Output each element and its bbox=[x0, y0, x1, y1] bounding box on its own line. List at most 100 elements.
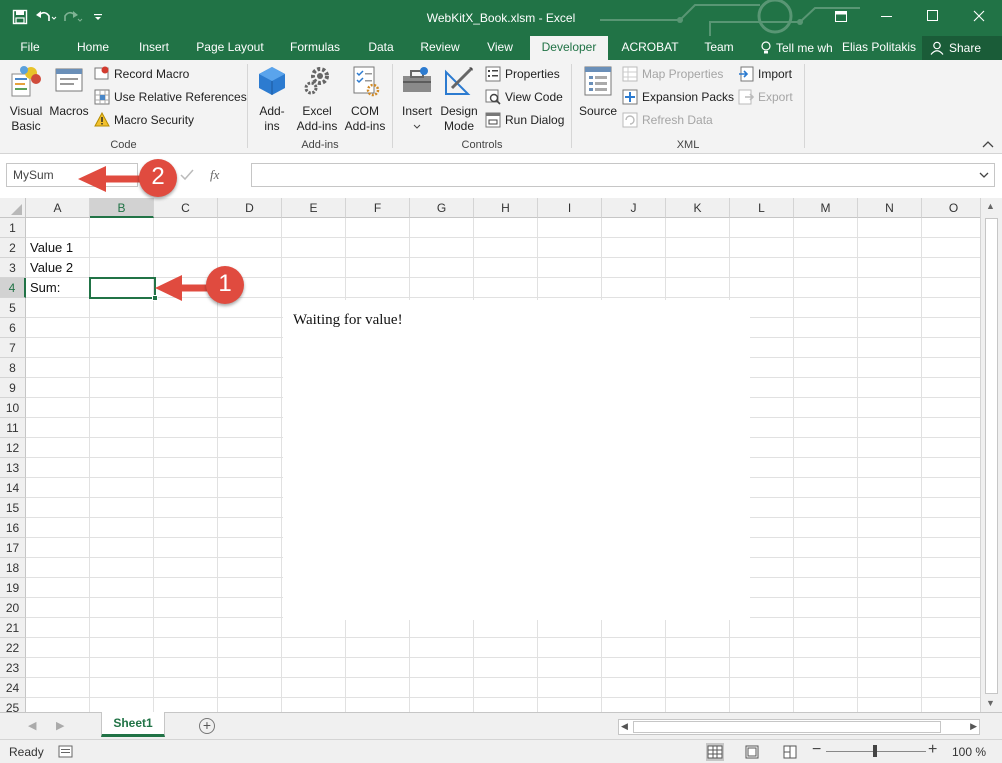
vertical-scrollbar[interactable]: ▲ ▼ bbox=[980, 198, 1002, 712]
column-header-n[interactable]: N bbox=[858, 198, 922, 218]
column-header-a[interactable]: A bbox=[26, 198, 90, 218]
tab-data[interactable]: Data bbox=[362, 36, 400, 60]
scroll-up-icon[interactable]: ▲ bbox=[986, 201, 995, 211]
horizontal-scroll-thumb[interactable] bbox=[633, 721, 941, 733]
row-header-18[interactable]: 18 bbox=[0, 558, 26, 578]
new-sheet-icon[interactable]: + bbox=[199, 718, 215, 734]
excel-addins-button[interactable]: Excel Add-ins bbox=[294, 64, 340, 134]
row-header-20[interactable]: 20 bbox=[0, 598, 26, 618]
name-box[interactable]: MySum bbox=[6, 163, 138, 187]
row-header-16[interactable]: 16 bbox=[0, 518, 26, 538]
tab-acrobat[interactable]: ACROBAT bbox=[617, 36, 683, 60]
column-header-i[interactable]: I bbox=[538, 198, 602, 218]
tab-review[interactable]: Review bbox=[414, 36, 466, 60]
horizontal-scrollbar[interactable]: ◀ ▶ bbox=[618, 719, 980, 735]
page-break-preview-icon[interactable] bbox=[782, 744, 798, 760]
tab-developer[interactable]: Developer bbox=[530, 36, 608, 60]
share-button[interactable]: Share bbox=[922, 36, 1002, 60]
page-layout-view-icon[interactable] bbox=[744, 744, 760, 760]
row-header-2[interactable]: 2 bbox=[0, 238, 26, 258]
addins-button[interactable]: Add- ins bbox=[254, 64, 290, 134]
row-header-25[interactable]: 25 bbox=[0, 698, 26, 712]
column-header-f[interactable]: F bbox=[346, 198, 410, 218]
row-header-6[interactable]: 6 bbox=[0, 318, 26, 338]
cell-a4[interactable]: Sum: bbox=[27, 278, 90, 298]
row-header-7[interactable]: 7 bbox=[0, 338, 26, 358]
column-header-h[interactable]: H bbox=[474, 198, 538, 218]
row-header-11[interactable]: 11 bbox=[0, 418, 26, 438]
column-header-c[interactable]: C bbox=[154, 198, 218, 218]
column-header-m[interactable]: M bbox=[794, 198, 858, 218]
row-header-23[interactable]: 23 bbox=[0, 658, 26, 678]
tab-team[interactable]: Team bbox=[698, 36, 740, 60]
row-header-21[interactable]: 21 bbox=[0, 618, 26, 638]
row-header-14[interactable]: 14 bbox=[0, 478, 26, 498]
use-relative-references-button[interactable]: Use Relative References bbox=[94, 87, 247, 107]
cell-a3[interactable]: Value 2 bbox=[27, 258, 90, 278]
column-header-o[interactable]: O bbox=[922, 198, 986, 218]
macro-security-button[interactable]: Macro Security bbox=[94, 110, 194, 130]
scroll-left-icon[interactable]: ◀ bbox=[621, 721, 628, 732]
scroll-right-icon[interactable]: ▶ bbox=[970, 721, 977, 732]
row-header-4[interactable]: 4 bbox=[0, 278, 26, 298]
column-header-k[interactable]: K bbox=[666, 198, 730, 218]
tab-page-layout[interactable]: Page Layout bbox=[190, 36, 270, 60]
minimize-icon[interactable] bbox=[864, 0, 910, 32]
import-button[interactable]: Import bbox=[738, 64, 792, 84]
row-header-10[interactable]: 10 bbox=[0, 398, 26, 418]
tab-formulas[interactable]: Formulas bbox=[284, 36, 346, 60]
column-header-l[interactable]: L bbox=[730, 198, 794, 218]
fill-handle[interactable] bbox=[152, 295, 158, 301]
row-header-1[interactable]: 1 bbox=[0, 218, 26, 238]
macros-button[interactable]: Macros bbox=[48, 64, 90, 119]
user-name[interactable]: Elias Politakis bbox=[842, 36, 916, 60]
previous-sheet-icon[interactable]: ◀ bbox=[28, 719, 36, 732]
column-header-g[interactable]: G bbox=[410, 198, 474, 218]
tab-file[interactable]: File bbox=[8, 36, 52, 60]
refresh-data-button[interactable]: Refresh Data bbox=[622, 110, 713, 130]
row-header-22[interactable]: 22 bbox=[0, 638, 26, 658]
tab-view[interactable]: View bbox=[480, 36, 520, 60]
row-header-5[interactable]: 5 bbox=[0, 298, 26, 318]
column-header-d[interactable]: D bbox=[218, 198, 282, 218]
sheet-tab-sheet1[interactable]: Sheet1 bbox=[101, 712, 165, 737]
normal-view-icon[interactable] bbox=[706, 743, 724, 761]
selected-cell-b4[interactable] bbox=[89, 277, 158, 301]
row-header-8[interactable]: 8 bbox=[0, 358, 26, 378]
maximize-icon[interactable] bbox=[910, 0, 956, 32]
properties-button[interactable]: Properties bbox=[485, 64, 560, 84]
zoom-in-icon[interactable]: + bbox=[928, 741, 937, 759]
design-mode-button[interactable]: Design Mode bbox=[437, 64, 481, 134]
macro-recording-icon[interactable] bbox=[58, 744, 74, 760]
view-code-button[interactable]: View Code bbox=[485, 87, 563, 107]
ribbon-display-options-icon[interactable] bbox=[818, 0, 864, 32]
scroll-down-icon[interactable]: ▼ bbox=[986, 698, 995, 708]
webkitx-browser-control[interactable]: Waiting for value! bbox=[283, 300, 750, 620]
column-header-b[interactable]: B bbox=[90, 198, 154, 218]
xml-source-button[interactable]: Source bbox=[578, 64, 618, 119]
row-header-13[interactable]: 13 bbox=[0, 458, 26, 478]
tell-me-box[interactable]: Tell me wh bbox=[760, 36, 833, 60]
row-header-9[interactable]: 9 bbox=[0, 378, 26, 398]
select-all-corner[interactable] bbox=[0, 198, 26, 218]
visual-basic-button[interactable]: Visual Basic bbox=[6, 64, 46, 134]
column-header-e[interactable]: E bbox=[282, 198, 346, 218]
record-macro-button[interactable]: Record Macro bbox=[94, 64, 189, 84]
row-header-17[interactable]: 17 bbox=[0, 538, 26, 558]
row-header-24[interactable]: 24 bbox=[0, 678, 26, 698]
cell-a2[interactable]: Value 1 bbox=[27, 238, 90, 258]
tab-insert[interactable]: Insert bbox=[132, 36, 176, 60]
run-dialog-button[interactable]: Run Dialog bbox=[485, 110, 564, 130]
row-header-19[interactable]: 19 bbox=[0, 578, 26, 598]
map-properties-button[interactable]: Map Properties bbox=[622, 64, 723, 84]
zoom-slider-thumb[interactable] bbox=[873, 745, 877, 757]
confirm-entry-icon[interactable] bbox=[180, 169, 194, 181]
column-header-j[interactable]: J bbox=[602, 198, 666, 218]
zoom-out-icon[interactable]: − bbox=[812, 741, 821, 759]
next-sheet-icon[interactable]: ▶ bbox=[56, 719, 64, 732]
zoom-level[interactable]: 100 % bbox=[952, 745, 986, 759]
insert-control-button[interactable]: Insert bbox=[399, 64, 435, 134]
row-header-3[interactable]: 3 bbox=[0, 258, 26, 278]
expand-formula-bar-icon[interactable] bbox=[979, 169, 989, 181]
vertical-scroll-thumb[interactable] bbox=[985, 218, 998, 694]
